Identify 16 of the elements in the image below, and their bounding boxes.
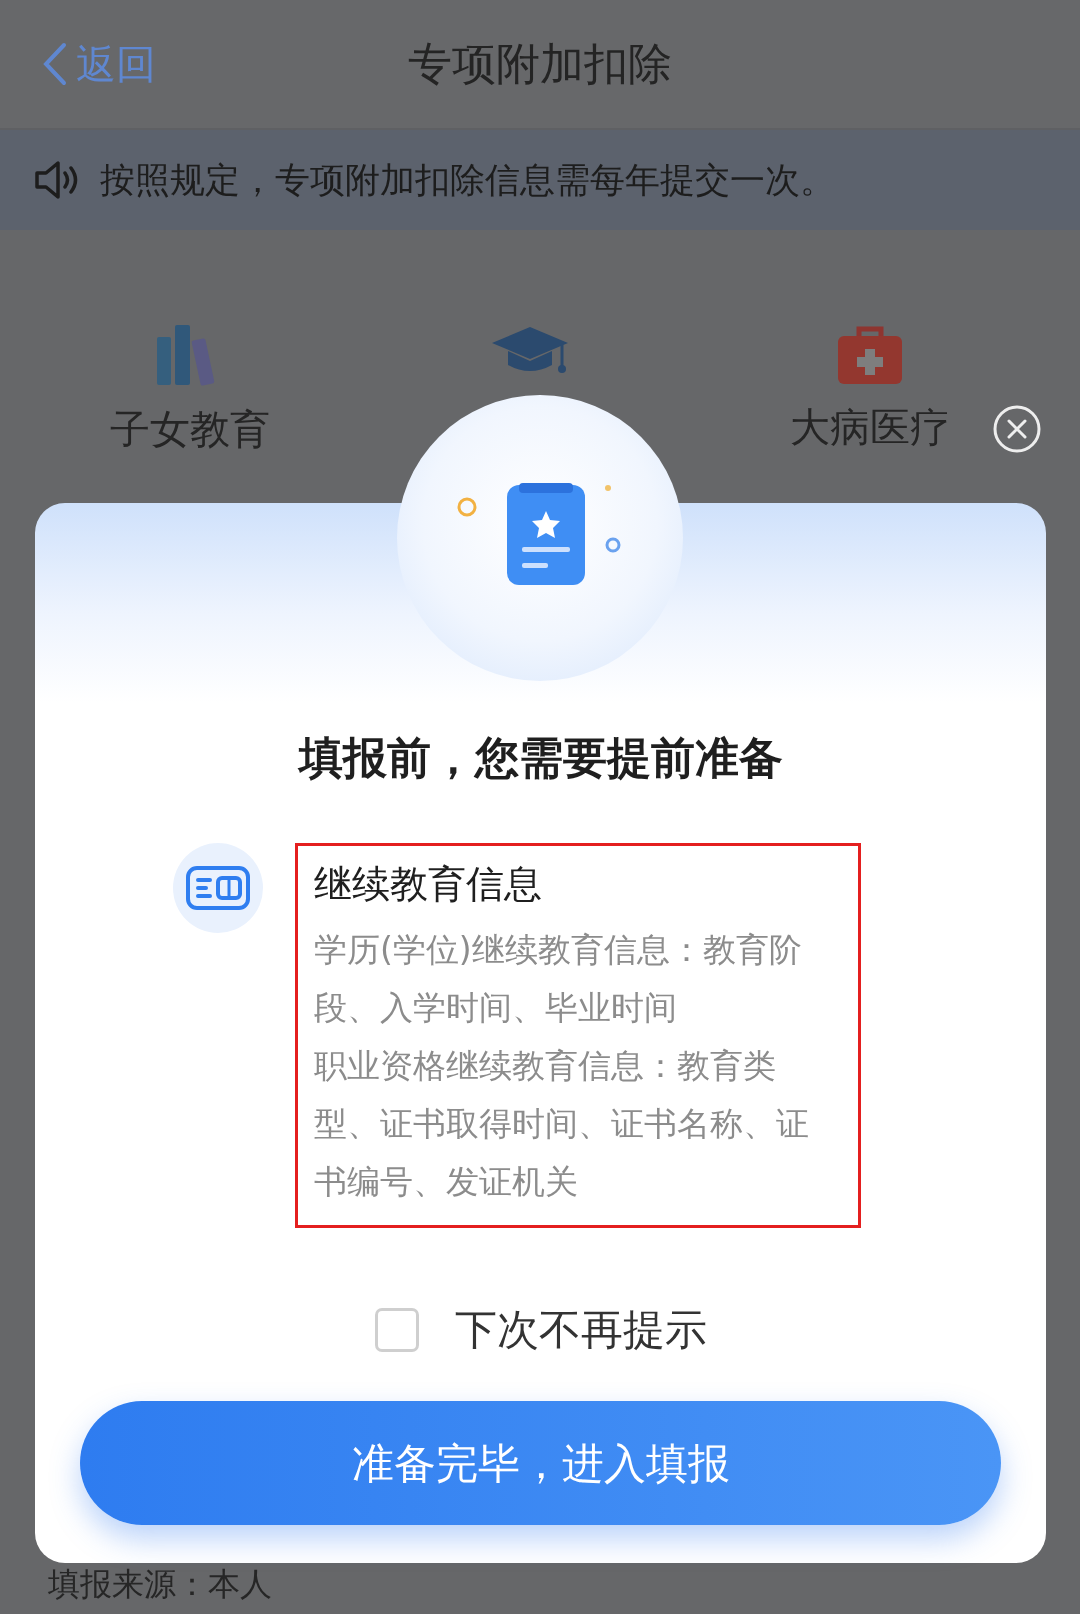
- item-title: 继续教育信息: [314, 861, 543, 908]
- notice-text: 按照规定，专项附加扣除信息需每年提交一次。: [100, 158, 835, 202]
- medical-kit-icon: [837, 325, 903, 385]
- page-title: 专项附加扣除: [408, 37, 672, 91]
- close-button[interactable]: [992, 404, 1042, 454]
- category-label: 大病医疗: [790, 403, 950, 452]
- category-label: 子女教育: [110, 405, 270, 454]
- id-card-icon: [186, 866, 250, 910]
- confirm-button[interactable]: 准备完毕，进入填报: [80, 1401, 1001, 1525]
- source-text: 填报来源：本人: [47, 1564, 273, 1605]
- item-description: 学历(学位)继续教育信息：教育阶段、入学时间、毕业时间: [314, 929, 803, 1029]
- back-chevron-icon: [42, 42, 68, 86]
- dialog-title: 填报前，您需要提前准备: [296, 731, 784, 785]
- checkbox-label: 下次不再提示: [454, 1304, 707, 1356]
- checkbox[interactable]: [374, 1307, 419, 1352]
- item-description: 职业资格继续教育信息：教育类型、证书取得时间、证书名称、证书编号、发证机关: [314, 1045, 810, 1203]
